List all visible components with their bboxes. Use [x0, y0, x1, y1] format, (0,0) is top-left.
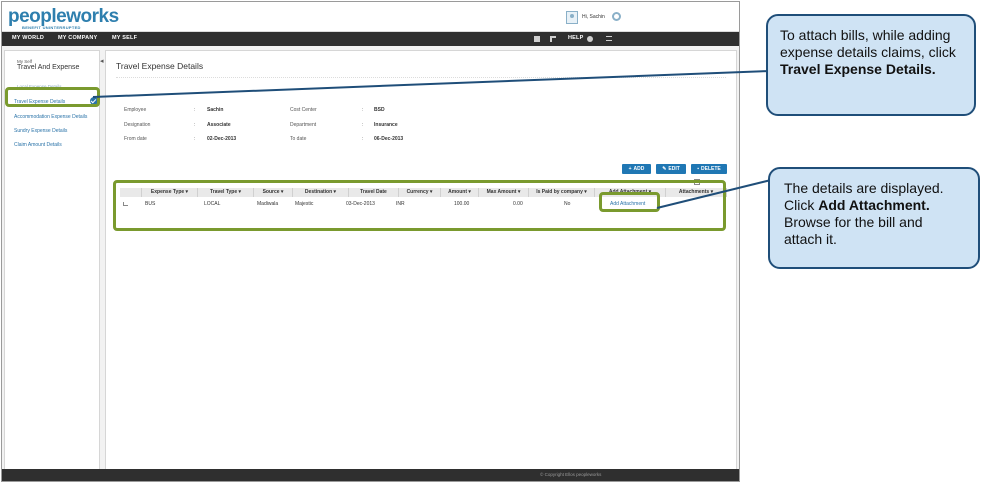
sidebar-item-sundry-expense[interactable]: Sundry Expense Details — [14, 128, 67, 134]
callout-2-text-end: Browse for the bill and attach it. — [784, 214, 923, 248]
nav-my-world[interactable]: MY WORLD — [12, 35, 44, 41]
menu-icon[interactable] — [606, 36, 612, 41]
sidebar-title: Travel And Expense — [17, 64, 80, 71]
main-nav: MY WORLD MY COMPANY MY SELF HELP — [2, 32, 739, 46]
top-bar: peopleworks BENEFIT UNINTERRUPTED Hi, Sa… — [2, 2, 739, 32]
page-title: Travel Expense Details — [116, 61, 204, 71]
logo-tagline: BENEFIT UNINTERRUPTED — [22, 25, 81, 30]
app-window: peopleworks BENEFIT UNINTERRUPTED Hi, Sa… — [1, 1, 740, 482]
callout-1-bold: Travel Expense Details. — [780, 61, 936, 78]
edit-button-label: EDIT — [668, 166, 680, 172]
designation-value: Associate — [207, 122, 231, 128]
logo-text: peopleworks — [8, 6, 119, 27]
from-date-label: From date — [124, 136, 147, 142]
employee-label: Employee — [124, 107, 147, 113]
designation-colon: : — [194, 122, 196, 128]
cost-center-label: Cost Center — [290, 107, 317, 113]
add-button[interactable]: + ADD — [622, 164, 651, 174]
to-date-label: To date — [290, 136, 307, 142]
nav-my-company[interactable]: MY COMPANY — [58, 35, 97, 41]
cost-center-colon: : — [362, 107, 364, 113]
employee-value: Sachin — [207, 107, 224, 113]
flag-icon[interactable] — [550, 36, 556, 42]
avatar[interactable] — [566, 11, 578, 24]
highlight-add-attachment — [599, 192, 660, 212]
sidebar: My Self Travel And Expense Local Expense… — [4, 50, 100, 471]
department-label: Department — [290, 122, 317, 128]
from-date-value: 02-Dec-2013 — [207, 136, 237, 142]
main-panel: Travel Expense Details Employee : Sachin… — [105, 50, 737, 471]
help-link[interactable]: HELP — [568, 35, 583, 41]
delete-button[interactable]: ▪ DELETE — [691, 164, 727, 174]
user-greeting: Hi, Sachin — [582, 14, 605, 20]
edit-button[interactable]: ✎ EDIT — [656, 164, 686, 174]
cost-center-value: BSD — [374, 107, 385, 113]
designation-label: Designation — [124, 122, 151, 128]
sidebar-item-claim-amount[interactable]: Claim Amount Details — [14, 142, 62, 148]
grid-icon[interactable] — [534, 36, 540, 42]
highlight-travel-expense-details — [5, 87, 100, 107]
callout-1: To attach bills, while adding expense de… — [766, 14, 976, 116]
to-date-value: 06-Dec-2013 — [374, 136, 404, 142]
logo[interactable]: peopleworks BENEFIT UNINTERRUPTED — [8, 6, 119, 30]
pencil-icon: ✎ — [662, 166, 667, 172]
trash-icon: ▪ — [697, 166, 700, 172]
callout-2: The details are displayed. Click Add Att… — [768, 167, 980, 269]
from-date-colon: : — [194, 136, 196, 142]
sidebar-item-accommodation-expense[interactable]: Accommodation Expense Details — [14, 114, 87, 120]
department-colon: : — [362, 122, 364, 128]
employee-colon: : — [194, 107, 196, 113]
nav-my-self[interactable]: MY SELF — [112, 35, 137, 41]
to-date-colon: : — [362, 136, 364, 142]
callout-2-bold: Add Attachment. — [818, 197, 930, 214]
settings-icon[interactable] — [612, 12, 621, 21]
help-icon[interactable] — [587, 36, 593, 42]
footer: © Copyright Ellos peopleworks — [2, 469, 739, 481]
delete-button-label: DELETE — [701, 166, 721, 172]
department-value: Insurance — [374, 122, 398, 128]
tutorial-screenshot: { "app": { "logo": "peopleworks", "logo_… — [0, 0, 983, 483]
footer-copyright: © Copyright Ellos peopleworks — [540, 472, 602, 477]
callout-1-text: To attach bills, while adding expense de… — [780, 27, 956, 61]
plus-icon: + — [628, 166, 632, 172]
add-button-label: ADD — [633, 166, 645, 172]
